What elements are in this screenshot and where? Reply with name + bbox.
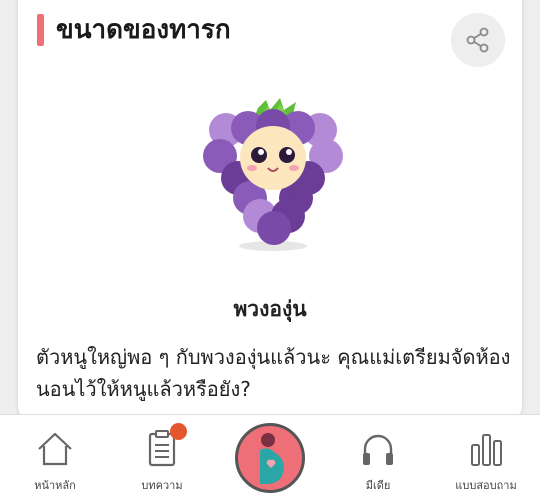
home-icon [38, 432, 72, 466]
card-title: ขนาดของทารก [56, 15, 231, 45]
fruit-description: ตัวหนูใหญ่พอ ๆ กับพวงองุ่นแล้วนะ คุณแม่เ… [36, 345, 511, 401]
fruit-name: พวงองุ่น [233, 297, 307, 321]
notification-badge [170, 423, 187, 440]
nav-item-home[interactable]: หน้าหลัก [5, 415, 105, 497]
baby-size-card: ขนาดของทารก พวงองุ่น ตัวหนูใหญ่พอ ๆ กับพ… [18, 0, 522, 420]
pregnancy-center-button[interactable] [235, 423, 305, 493]
nav-label-survey: แบบสอบถาม [455, 479, 517, 492]
share-button[interactable] [451, 13, 505, 67]
share-icon [466, 27, 489, 53]
nav-label-media: มีเดีย [365, 479, 391, 492]
bottom-navigation: หน้าหลัก บทความ มีเดีย แบบสอบถาม [0, 414, 540, 497]
nav-item-media[interactable]: มีเดีย [328, 415, 428, 497]
nav-label-home: หน้าหลัก [34, 479, 76, 492]
nav-label-articles: บทความ [141, 479, 183, 492]
title-accent-bar [37, 14, 44, 46]
pregnancy-icon [260, 433, 284, 484]
headphones-icon [363, 434, 393, 465]
grape-character-illustration [203, 98, 343, 251]
nav-item-articles[interactable]: บทความ [112, 415, 212, 497]
bar-chart-icon [471, 434, 502, 466]
nav-item-survey[interactable]: แบบสอบถาม [436, 415, 536, 497]
